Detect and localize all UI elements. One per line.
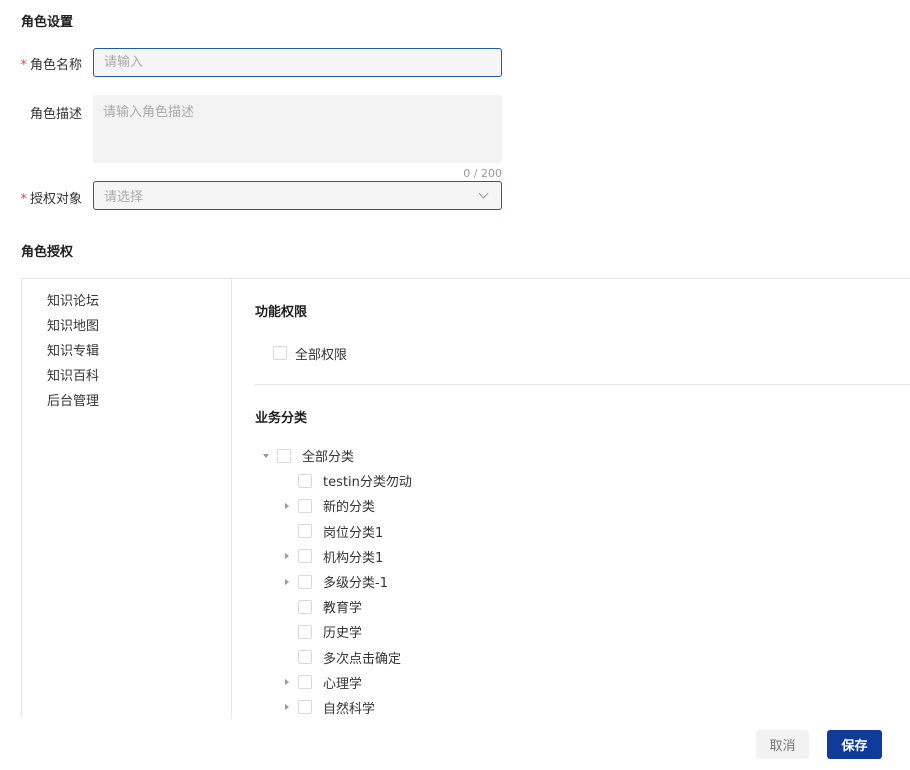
role-name-label-text: 角色名称 [29,58,82,73]
nav-item-forum[interactable]: 知识论坛 [22,289,231,314]
tree-node-label: 全部分类 [302,450,355,466]
required-mark: * [20,58,27,73]
desc-char-counter: 0 / 200 [463,167,502,180]
tree-node-label: 教育学 [323,601,363,617]
tree-node-label: 岗位分类1 [323,525,384,541]
nav-item-wiki[interactable]: 知识百科 [22,364,231,389]
role-settings-title: 角色设置 [21,15,74,30]
tree-node[interactable]: 多次点击确定 [261,645,412,670]
chevron-down-icon [478,188,489,199]
tree-checkbox[interactable] [298,574,312,589]
role-auth-title: 角色授权 [21,245,74,260]
caret-right-icon[interactable] [282,501,292,511]
all-perm-label: 全部权限 [295,347,348,363]
tree-node-root[interactable]: 全部分类 [261,443,412,468]
tree-node-label: testin分类勿动 [323,475,412,491]
tree-node-label: 历史学 [323,626,363,642]
caret-right-icon[interactable] [282,677,292,687]
caret-right-icon[interactable] [282,702,292,712]
auth-target-label-text: 授权对象 [29,192,82,207]
auth-target-label: * 授权对象 [0,188,82,207]
nav-item-album[interactable]: 知识专辑 [22,339,231,364]
nav-item-map[interactable]: 知识地图 [22,314,231,339]
all-perm-checkbox[interactable] [273,346,287,360]
tree-node[interactable]: 多级分类-1 [261,569,412,594]
caret-right-icon[interactable] [282,577,292,587]
role-name-label: * 角色名称 [0,54,82,73]
auth-module-nav: 知识论坛 知识地图 知识专辑 知识百科 后台管理 [22,279,232,719]
tree-node-label: 心理学 [323,676,363,692]
required-mark: * [20,192,27,207]
tree-node[interactable]: 岗位分类1 [261,519,412,544]
nav-item-admin[interactable]: 后台管理 [22,389,231,414]
tree-checkbox[interactable] [298,473,312,488]
tree-checkbox[interactable] [277,448,291,463]
tree-node-label: 多次点击确定 [323,651,402,667]
role-desc-input[interactable] [93,95,502,163]
tree-node[interactable]: testin分类勿动 [261,468,412,493]
function-perm-title: 功能权限 [255,305,308,320]
tree-checkbox[interactable] [298,700,312,715]
tree-node-label: 新的分类 [323,500,376,516]
caret-down-icon[interactable] [261,451,271,461]
tree-node[interactable]: 心理学 [261,670,412,695]
tree-node[interactable]: 自然科学 [261,695,412,720]
save-button[interactable]: 保存 [827,730,882,759]
tree-node-label: 机构分类1 [323,550,384,566]
tree-checkbox[interactable] [298,549,312,564]
tree-node-label: 自然科学 [323,701,376,717]
tree-node[interactable]: 教育学 [261,594,412,619]
tree-checkbox[interactable] [298,524,312,539]
tree-node[interactable]: 机构分类1 [261,544,412,569]
tree-checkbox[interactable] [298,675,312,690]
role-desc-label: 角色描述 [29,107,82,122]
category-tree: 全部分类 testin分类勿动 新的分类 岗位分类1 机构分类1 多级分类-1 … [261,443,412,720]
auth-detail: 功能权限 全部权限 业务分类 全部分类 testin分类勿动 新的分类 岗位分类… [233,279,910,719]
tree-checkbox[interactable] [298,624,312,639]
tree-checkbox[interactable] [298,650,312,665]
tree-checkbox[interactable] [298,599,312,614]
auth-target-select[interactable]: 请选择 [93,181,502,210]
role-name-input[interactable] [93,48,502,77]
tree-checkbox[interactable] [298,498,312,513]
section-divider [255,384,910,385]
tree-node-label: 多级分类-1 [323,576,388,592]
tree-node[interactable]: 新的分类 [261,493,412,518]
all-perm-option[interactable]: 全部权限 [273,343,347,363]
business-category-title: 业务分类 [255,411,308,426]
tree-node[interactable]: 历史学 [261,619,412,644]
cancel-button[interactable]: 取消 [756,730,809,759]
auth-panel: 知识论坛 知识地图 知识专辑 知识百科 后台管理 功能权限 全部权限 业务分类 … [21,278,910,719]
auth-target-placeholder: 请选择 [104,190,144,205]
caret-right-icon[interactable] [282,551,292,561]
